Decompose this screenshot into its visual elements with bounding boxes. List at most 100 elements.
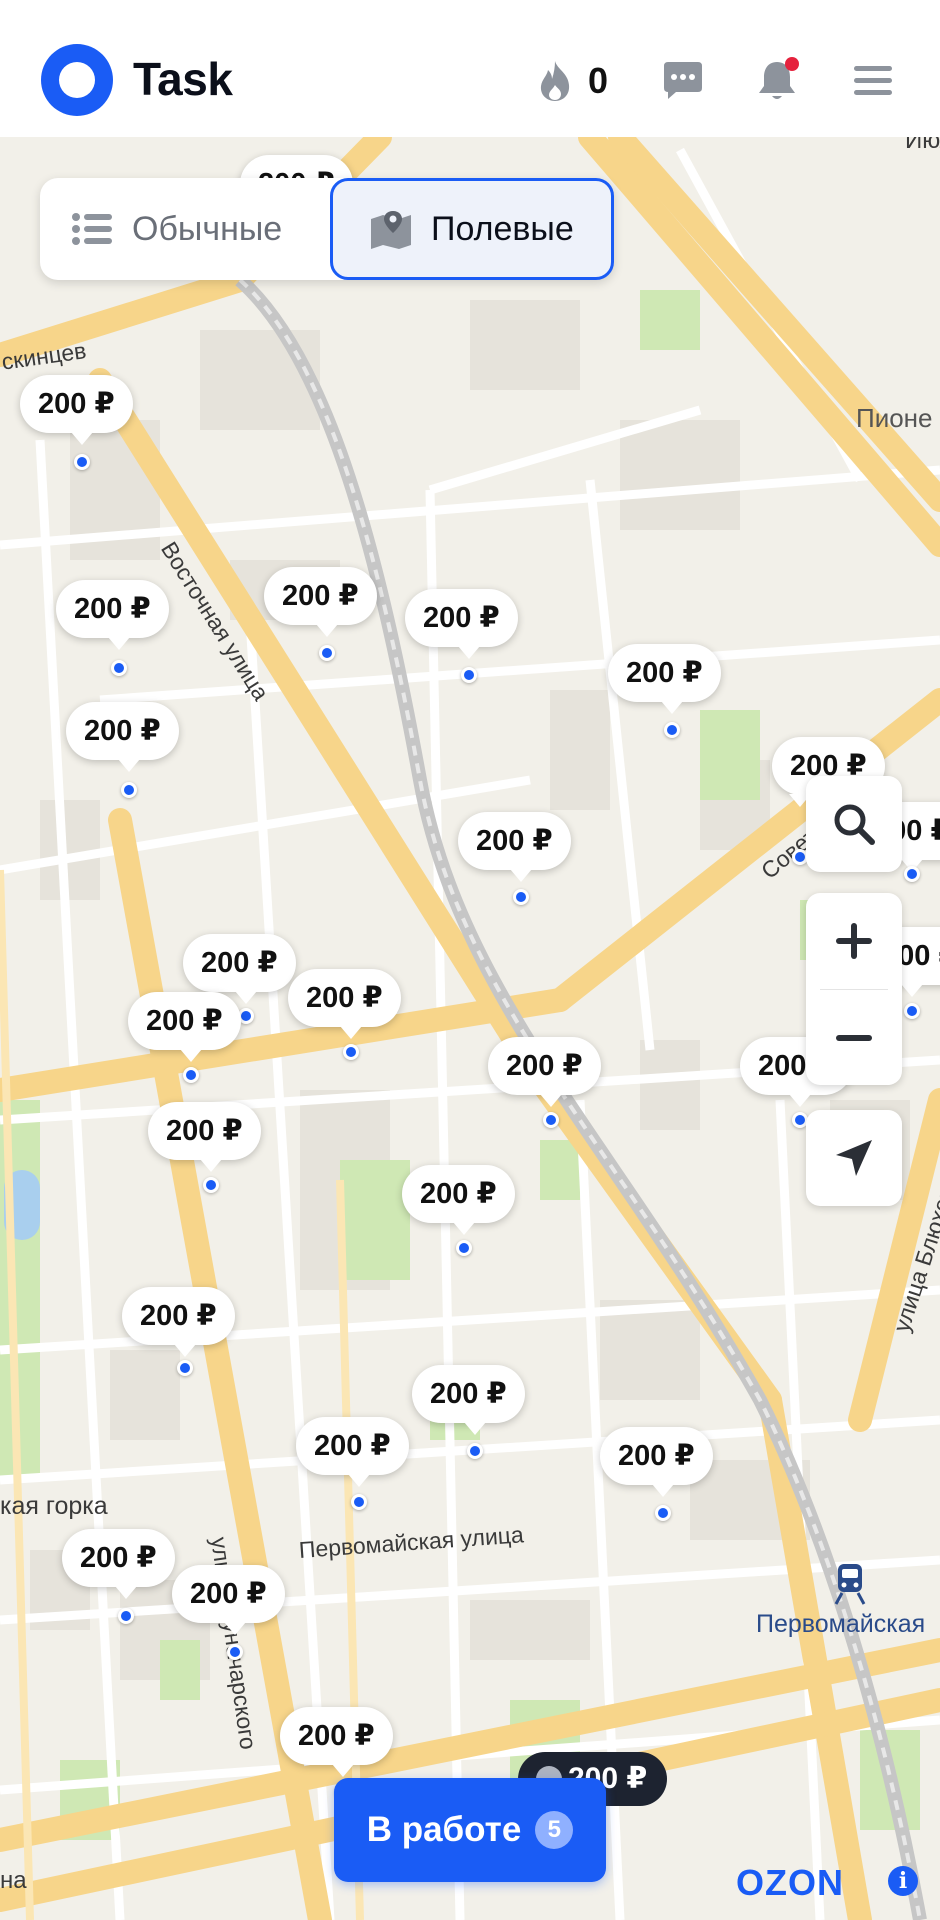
price-pin-label: 200 ₽ <box>296 1417 409 1475</box>
location-dot[interactable] <box>74 454 90 470</box>
price-pin-tail <box>180 1049 202 1062</box>
hamburger-menu-icon[interactable] <box>848 56 898 106</box>
price-pin-label: 200 ₽ <box>600 1427 713 1485</box>
price-pin-tail <box>453 1222 475 1235</box>
price-pin-tail <box>174 1344 196 1357</box>
flame-icon <box>540 61 570 101</box>
price-pin-label: 200 ₽ <box>56 580 169 638</box>
location-dot[interactable] <box>456 1240 472 1256</box>
price-pin-tail <box>348 1474 370 1487</box>
location-dot[interactable] <box>904 1003 920 1019</box>
price-pin-tail <box>340 1026 362 1039</box>
price-pin-tail <box>316 624 338 637</box>
ozon-logo: OZON <box>736 1862 844 1903</box>
zoom-in-button[interactable] <box>806 893 902 989</box>
price-pin-tail <box>901 984 923 997</box>
in-progress-label: В работе <box>366 1810 522 1849</box>
price-pin-tail <box>71 432 93 445</box>
price-pin-label: 200 ₽ <box>183 934 296 992</box>
price-pin-tail <box>235 991 257 1004</box>
location-dot[interactable] <box>543 1112 559 1128</box>
info-icon[interactable]: i <box>888 1866 918 1896</box>
location-dot[interactable] <box>664 722 680 738</box>
price-pin-label: 200 ₽ <box>128 992 241 1050</box>
price-pin-label: 200 ₽ <box>172 1565 285 1623</box>
location-dot[interactable] <box>343 1044 359 1060</box>
in-progress-count-badge: 5 <box>535 1811 574 1849</box>
location-dot[interactable] <box>121 782 137 798</box>
location-dot[interactable] <box>203 1177 219 1193</box>
map-search-button[interactable] <box>806 776 902 872</box>
price-pin-tail <box>652 1484 674 1497</box>
tab-regular-label: Обычные <box>132 209 283 248</box>
app-header: Task 0 <box>0 0 940 137</box>
plus-icon <box>836 923 872 959</box>
location-dot[interactable] <box>111 660 127 676</box>
streak-count: 0 <box>588 60 609 101</box>
price-pin-label: 200 ₽ <box>488 1037 601 1095</box>
app-logo <box>41 44 113 116</box>
tab-field-label: Полевые <box>431 209 574 248</box>
list-icon <box>72 213 112 245</box>
price-pin-tail <box>118 759 140 772</box>
price-pin-label: 200 ₽ <box>412 1365 525 1423</box>
street-label-gorka: кая горка <box>0 1492 108 1520</box>
location-dot[interactable] <box>118 1608 134 1624</box>
minus-icon <box>836 1035 872 1041</box>
price-pin-label: 200 ₽ <box>122 1287 235 1345</box>
price-pin-tail <box>332 1764 354 1777</box>
price-pin-label: 200 ₽ <box>62 1529 175 1587</box>
station-label: Первомайская <box>756 1610 926 1638</box>
location-arrow-icon <box>836 1140 872 1176</box>
map-view[interactable]: Восточная улица улица Луначарского Перво… <box>0 137 940 1920</box>
app-title: Task <box>133 53 233 105</box>
chat-icon[interactable] <box>658 56 708 106</box>
street-label-iyul: Июл <box>905 137 940 154</box>
location-dot[interactable] <box>177 1360 193 1376</box>
map-pin-icon <box>371 211 411 249</box>
tab-field[interactable]: Полевые <box>330 178 614 280</box>
price-pin-tail <box>464 1422 486 1435</box>
price-pin-label: 200 ₽ <box>148 1102 261 1160</box>
in-progress-button[interactable]: В работе 5 <box>334 1778 606 1882</box>
price-pin-label: 200 ₽ <box>264 567 377 625</box>
price-pin-tail <box>108 637 130 650</box>
price-pin-label: 200 ₽ <box>402 1165 515 1223</box>
mode-toggle: Обычные Полевые <box>40 178 614 280</box>
zoom-controls <box>806 893 902 1085</box>
price-pin-tail <box>115 1586 137 1599</box>
bell-icon[interactable] <box>752 56 802 106</box>
location-dot[interactable] <box>513 889 529 905</box>
location-dot[interactable] <box>461 667 477 683</box>
street-label-na: на <box>0 1867 27 1894</box>
my-location-button[interactable] <box>806 1110 902 1206</box>
price-pin-label: 200 ₽ <box>608 644 721 702</box>
price-pin-label: 200 ₽ <box>280 1707 393 1765</box>
search-icon <box>834 804 875 845</box>
location-dot[interactable] <box>319 645 335 661</box>
price-pin-label: 200 ₽ <box>288 969 401 1027</box>
location-dot[interactable] <box>467 1443 483 1459</box>
train-station-icon <box>834 1564 866 1605</box>
price-pin-label: 200 ₽ <box>405 589 518 647</box>
price-pin-tail <box>789 1094 811 1107</box>
price-pin-tail <box>224 1622 246 1635</box>
price-pin-tail <box>458 646 480 659</box>
price-pin-label: 200 ₽ <box>66 702 179 760</box>
location-dot[interactable] <box>183 1067 199 1083</box>
price-pin-tail <box>661 701 683 714</box>
notification-dot <box>785 57 799 71</box>
streak-counter[interactable]: 0 <box>536 56 608 106</box>
location-dot[interactable] <box>904 866 920 882</box>
location-dot[interactable] <box>227 1644 243 1660</box>
street-label-pione: Пионе <box>856 403 933 433</box>
price-pin-tail <box>200 1159 222 1172</box>
price-pin-tail <box>540 1094 562 1107</box>
price-pin-label: 200 ₽ <box>20 375 133 433</box>
zoom-out-button[interactable] <box>806 990 902 1086</box>
location-dot[interactable] <box>655 1505 671 1521</box>
price-pin-label: 200 ₽ <box>458 812 571 870</box>
price-pin-tail <box>510 869 532 882</box>
tab-regular[interactable]: Обычные <box>70 178 282 280</box>
location-dot[interactable] <box>351 1494 367 1510</box>
